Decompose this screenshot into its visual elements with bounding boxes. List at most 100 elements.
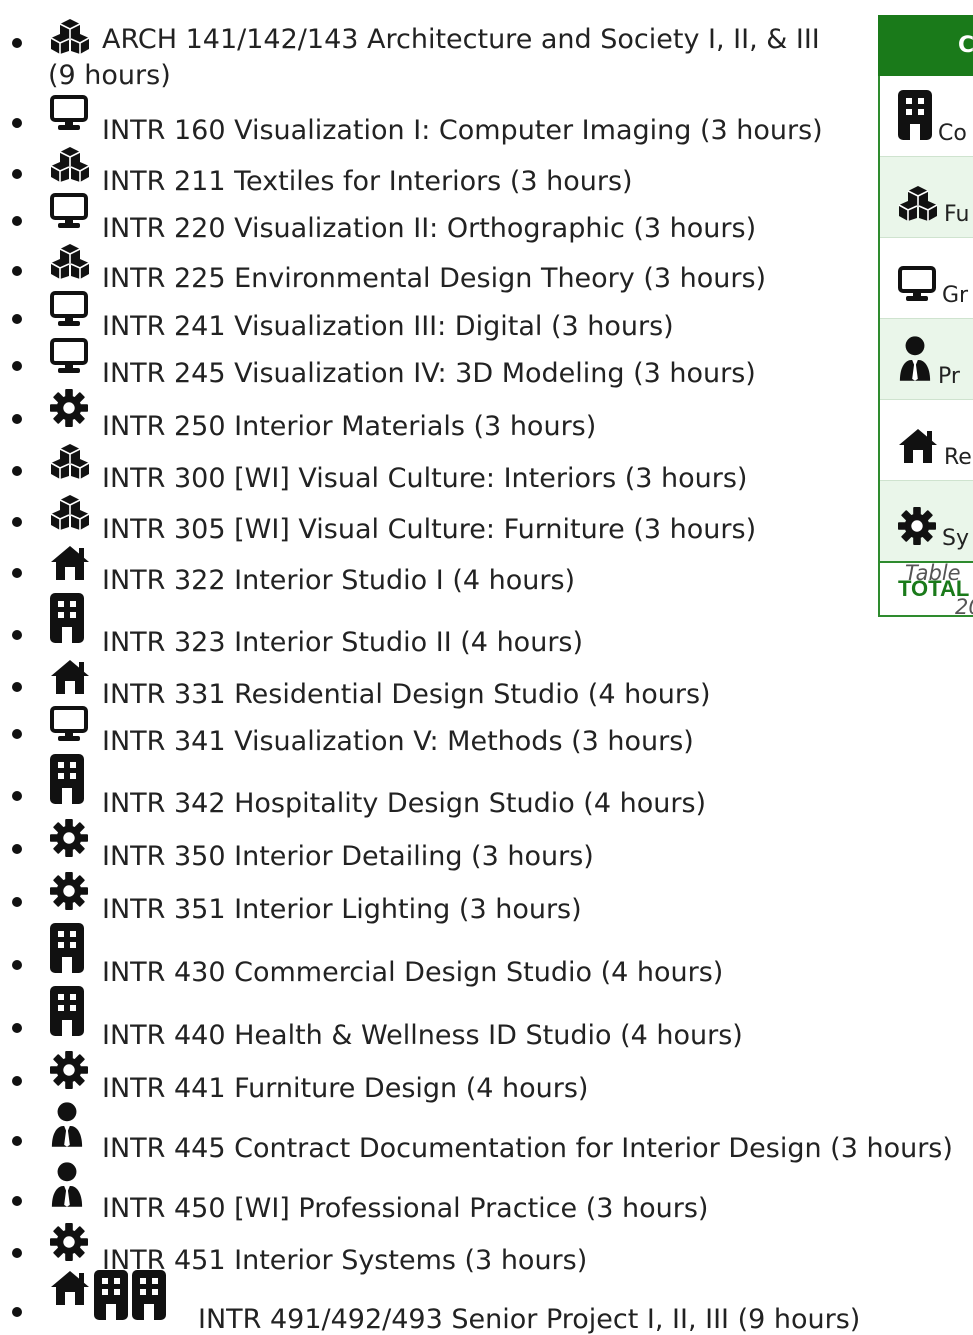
cog-icon <box>50 1223 88 1268</box>
desktop-icon <box>50 706 88 749</box>
list-item: INTR 342 Hospitality Design Studio (4 ho… <box>0 754 850 819</box>
course-icons <box>50 389 88 434</box>
table-cell: Gr <box>878 237 973 319</box>
home-icon <box>50 1270 90 1327</box>
category-label: Re <box>944 445 972 470</box>
list-item: INTR 220 Visualization II: Orthographic … <box>0 193 850 244</box>
course-title: INTR 323 Interior Studio II (4 hours) <box>102 627 584 658</box>
list-item: INTR 211 Textiles for Interiors (3 hours… <box>0 147 850 197</box>
list-item: INTR 350 Interior Detailing (3 hours) <box>0 819 850 872</box>
cog-icon <box>50 389 88 434</box>
course-title: ARCH 141/142/143 Architecture and Societ… <box>48 24 820 91</box>
table-row: Sy <box>878 480 973 563</box>
course-icons <box>50 1161 84 1216</box>
bullet-icon <box>12 314 22 324</box>
bullet-icon <box>12 517 22 527</box>
course-icons <box>50 291 88 334</box>
user-tie-icon <box>50 1101 84 1156</box>
course-title: INTR 250 Interior Materials (3 hours) <box>102 411 597 442</box>
home-icon <box>50 545 90 588</box>
desktop-icon <box>898 266 936 308</box>
user-tie-icon <box>898 335 932 389</box>
bullet-icon <box>12 38 22 48</box>
cubes-icon <box>50 494 90 537</box>
list-item: INTR 440 Health & Wellness ID Studio (4 … <box>0 986 850 1051</box>
course-title: INTR 491/492/493 Senior Project I, II, I… <box>198 1304 861 1335</box>
building-icon <box>132 1270 166 1327</box>
course-icons <box>50 443 90 486</box>
user-tie-icon <box>50 1161 84 1216</box>
table-row: Pr <box>878 318 973 400</box>
caption-line: Table <box>905 561 961 585</box>
building-icon <box>898 90 932 146</box>
table-row: Co <box>878 75 973 157</box>
course-icons <box>50 1051 88 1096</box>
cog-icon <box>898 507 936 551</box>
bullet-icon <box>12 1307 22 1317</box>
list-item: INTR 160 Visualization I: Computer Imagi… <box>0 95 850 146</box>
course-icons <box>50 754 84 811</box>
course-title: INTR 331 Residential Design Studio (4 ho… <box>102 679 711 710</box>
category-label: Gr <box>942 283 969 308</box>
list-item: INTR 322 Interior Studio I (4 hours) <box>0 546 850 596</box>
list-item: ARCH 141/142/143 Architecture and Societ… <box>0 18 850 91</box>
list-item: INTR 441 Furniture Design (4 hours) <box>0 1051 850 1104</box>
cog-icon <box>50 872 88 917</box>
list-item: INTR 225 Environmental Design Theory (3 … <box>0 244 850 294</box>
course-title: INTR 350 Interior Detailing (3 hours) <box>102 841 594 872</box>
desktop-icon <box>50 95 88 138</box>
course-title: INTR 160 Visualization I: Computer Imagi… <box>102 115 823 146</box>
table-row: Fu <box>878 156 973 238</box>
cubes-icon <box>50 443 90 486</box>
course-icons <box>50 1101 84 1156</box>
home-icon <box>898 428 938 470</box>
bullet-icon <box>12 466 22 476</box>
course-icons <box>50 243 90 286</box>
cog-icon <box>50 819 88 864</box>
course-icons <box>50 659 90 702</box>
category-label: Pr <box>938 364 960 389</box>
course-icons <box>50 1223 88 1268</box>
bullet-icon <box>12 169 22 179</box>
bullet-icon <box>12 682 22 692</box>
bullet-icon <box>12 1196 22 1206</box>
bullet-icon <box>12 791 22 801</box>
list-item: INTR 341 Visualization V: Methods (3 hou… <box>0 706 850 757</box>
home-icon <box>50 659 90 702</box>
list-item: INTR 331 Residential Design Studio (4 ho… <box>0 660 850 710</box>
bullet-icon <box>12 897 22 907</box>
course-title: INTR 220 Visualization II: Orthographic … <box>102 213 757 244</box>
table-cell: Pr <box>878 318 973 400</box>
course-title: INTR 430 Commercial Design Studio (4 hou… <box>102 957 724 988</box>
course-icons <box>50 494 90 537</box>
course-icons <box>50 872 88 917</box>
list-item: INTR 430 Commercial Design Studio (4 hou… <box>0 923 850 988</box>
bullet-icon <box>12 960 22 970</box>
list-item: INTR 300 [WI] Visual Culture: Interiors … <box>0 444 850 494</box>
category-label: Fu <box>944 202 970 227</box>
list-item: INTR 450 [WI] Professional Practice (3 h… <box>0 1158 850 1224</box>
course-title: INTR 241 Visualization III: Digital (3 h… <box>102 311 674 342</box>
course-title: INTR 351 Interior Lighting (3 hours) <box>102 894 582 925</box>
category-label: Sy <box>942 526 969 551</box>
bullet-icon <box>12 1248 22 1258</box>
course-title: INTR 245 Visualization IV: 3D Modeling (… <box>102 358 756 389</box>
course-title: INTR 225 Environmental Design Theory (3 … <box>102 263 767 294</box>
course-icons <box>50 95 88 138</box>
course-title: INTR 305 [WI] Visual Culture: Furniture … <box>102 514 757 545</box>
course-icons <box>50 819 88 864</box>
building-icon <box>50 754 84 811</box>
list-item: INTR 241 Visualization III: Digital (3 h… <box>0 291 850 342</box>
course-icons <box>50 706 88 749</box>
course-icons <box>50 338 88 381</box>
table-row: Re <box>878 399 973 481</box>
table-cell: Co <box>878 75 973 157</box>
building-icon <box>50 923 84 980</box>
table-cell: Re <box>878 399 973 481</box>
cubes-icon <box>898 185 938 227</box>
course-title: INTR 341 Visualization V: Methods (3 hou… <box>102 726 694 757</box>
bullet-icon <box>12 729 22 739</box>
course-icons <box>50 146 90 189</box>
bullet-icon <box>12 1136 22 1146</box>
course-title: INTR 211 Textiles for Interiors (3 hours… <box>102 166 633 197</box>
